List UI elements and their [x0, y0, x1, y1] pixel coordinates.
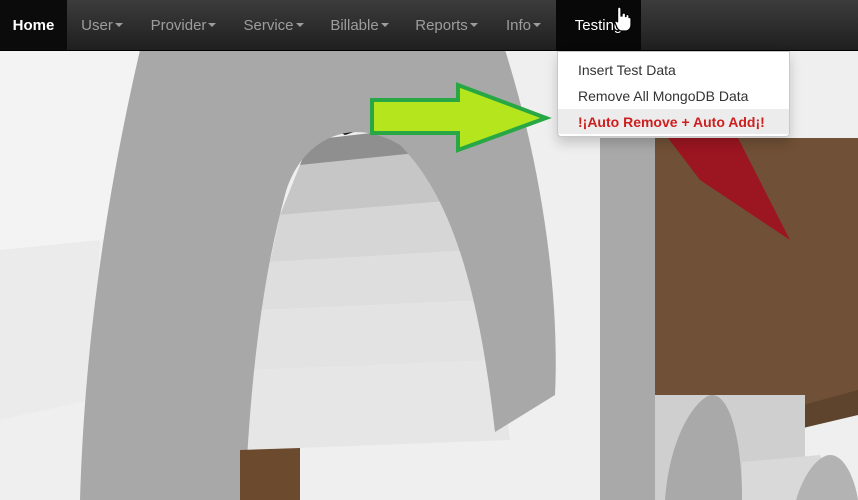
- nav-provider-label: Provider: [150, 16, 207, 34]
- nav-billable-label: Billable: [330, 16, 379, 34]
- nav-home-label: Home: [12, 16, 55, 34]
- caret-down-icon: [114, 23, 123, 27]
- menu-item-insert-test-data[interactable]: Insert Test Data: [558, 57, 789, 82]
- menu-item-auto-remove-auto-add[interactable]: !¡Auto Remove + Auto Add¡!: [558, 109, 789, 134]
- caret-down-icon: [469, 23, 478, 27]
- nav-user-label: User: [81, 16, 113, 34]
- caret-down-icon: [208, 23, 217, 27]
- caret-down-icon: [295, 23, 304, 27]
- nav-info-label: Info: [505, 16, 532, 34]
- nav-reports[interactable]: Reports: [402, 0, 491, 50]
- testing-dropdown-menu: Insert Test Data Remove All MongoDB Data…: [557, 51, 790, 137]
- top-navbar: Home User Provider Service Billable Repo…: [0, 0, 858, 51]
- nav-billable[interactable]: Billable: [317, 0, 402, 50]
- hand-pointer-cursor-icon: [614, 6, 632, 32]
- menu-item-label: Insert Test Data: [578, 61, 676, 78]
- nav-reports-label: Reports: [415, 16, 468, 34]
- nav-home[interactable]: Home: [0, 0, 67, 50]
- menu-item-label: !¡Auto Remove + Auto Add¡!: [578, 113, 765, 130]
- menu-item-label: Remove All MongoDB Data: [578, 87, 749, 104]
- menu-item-remove-all-mongodb-data[interactable]: Remove All MongoDB Data: [558, 83, 789, 108]
- caret-down-icon: [380, 23, 389, 27]
- nav-service-label: Service: [243, 16, 294, 34]
- nav-user[interactable]: User: [67, 0, 137, 50]
- nav-info[interactable]: Info: [491, 0, 556, 50]
- caret-down-icon: [533, 23, 542, 27]
- nav-service[interactable]: Service: [230, 0, 317, 50]
- nav-provider[interactable]: Provider: [137, 0, 230, 50]
